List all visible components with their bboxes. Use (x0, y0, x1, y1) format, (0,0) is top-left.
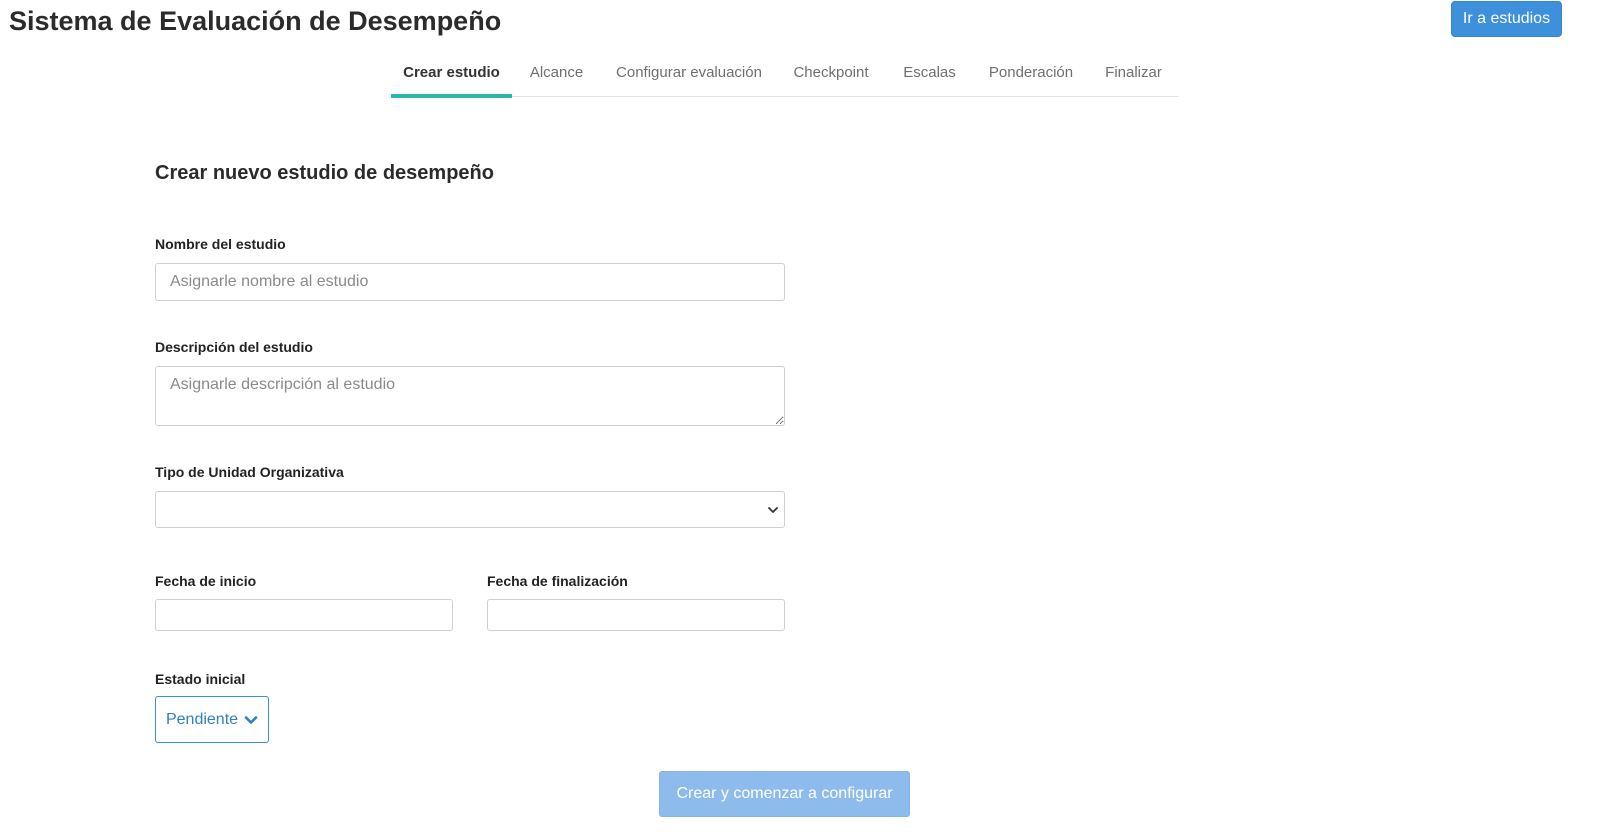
go-to-studies-button[interactable]: Ir a estudios (1451, 1, 1562, 37)
form-title: Crear nuevo estudio de desempeño (155, 162, 494, 184)
initial-state-dropdown[interactable]: Pendiente (155, 696, 269, 743)
initial-state-value: Pendiente (165, 710, 239, 728)
tab-configurar-evaluacion[interactable]: Configurar evaluación (601, 54, 777, 96)
start-date-label: Fecha de inicio (155, 573, 257, 589)
start-date-input[interactable] (155, 599, 453, 631)
create-and-configure-button[interactable]: Crear y comenzar a configurar (659, 771, 910, 817)
chevron-down-icon (244, 715, 258, 724)
tab-finalizar[interactable]: Finalizar (1088, 54, 1179, 96)
tab-checkpoint[interactable]: Checkpoint (777, 54, 885, 96)
end-date-input[interactable] (487, 599, 785, 631)
org-unit-type-label: Tipo de Unidad Organizativa (155, 464, 344, 480)
study-description-textarea[interactable] (155, 366, 785, 426)
tab-escalas[interactable]: Escalas (885, 54, 974, 96)
tab-ponderacion[interactable]: Ponderación (974, 54, 1088, 96)
initial-state-label: Estado inicial (155, 671, 246, 687)
study-name-label: Nombre del estudio (155, 236, 286, 252)
end-date-label: Fecha de finalización (487, 573, 628, 589)
tab-crear-estudio[interactable]: Crear estudio (391, 54, 512, 98)
org-unit-type-select[interactable] (155, 491, 785, 528)
study-description-label: Descripción del estudio (155, 339, 313, 355)
page: Sistema de Evaluación de Desempeño Ir a … (0, 0, 1600, 836)
wizard-tabs: Crear estudio Alcance Configurar evaluac… (391, 54, 1179, 98)
tab-alcance[interactable]: Alcance (512, 54, 601, 96)
app-title: Sistema de Evaluación de Desempeño (9, 6, 502, 36)
study-name-input[interactable] (155, 263, 785, 301)
